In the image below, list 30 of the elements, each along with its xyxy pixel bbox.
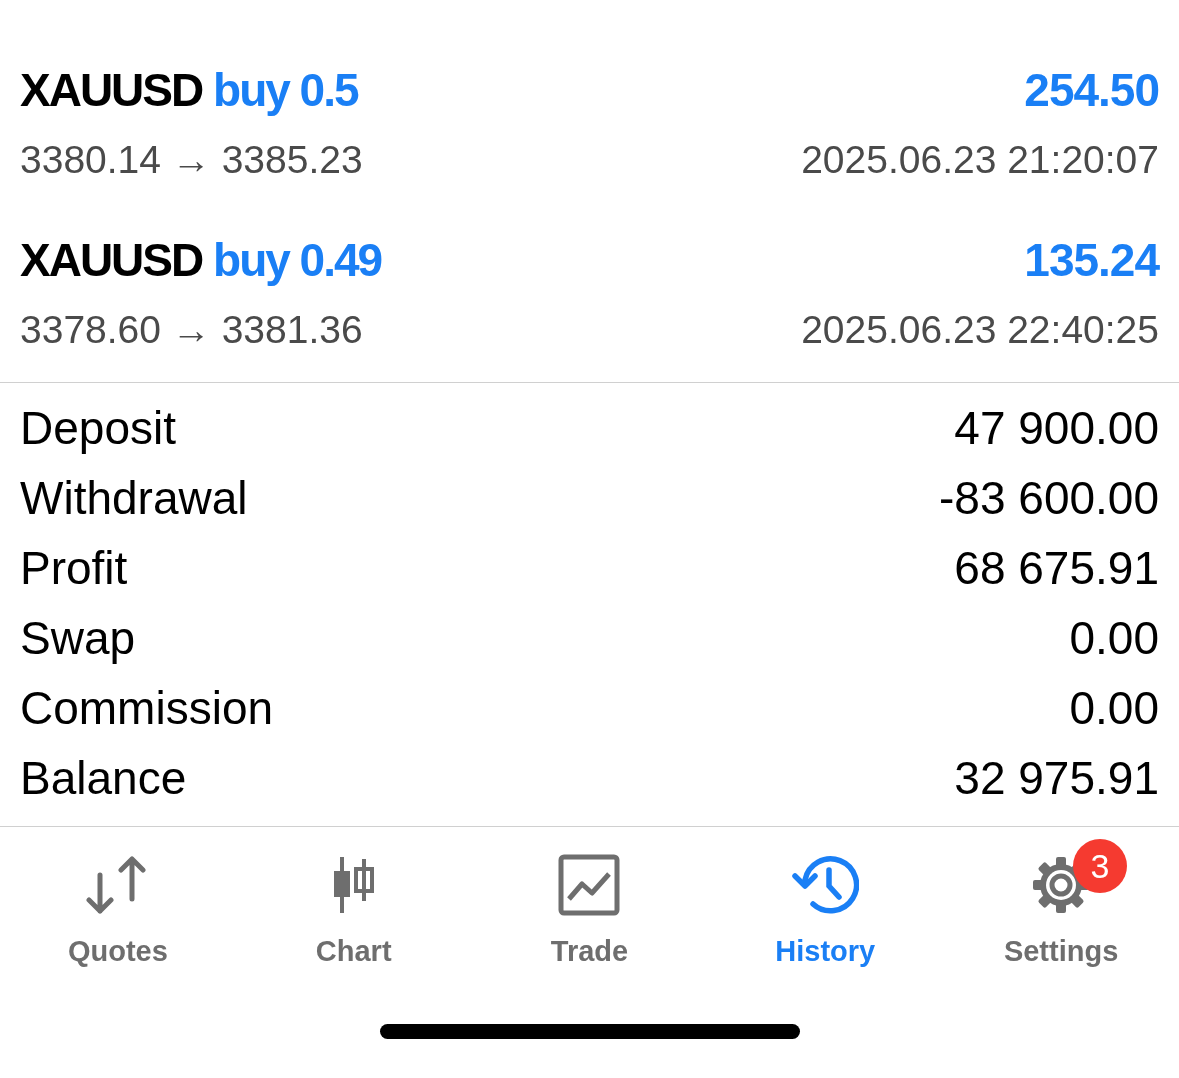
deal-profit: 254.50 [1024, 63, 1159, 117]
deal-title: XAUUSD buy 0.49 [20, 233, 382, 287]
summary-label: Swap [20, 611, 136, 665]
deal-time: 2025.06.23 22:40:25 [801, 308, 1159, 352]
chart-icon [558, 854, 621, 916]
deal-title: XAUUSD buy 0.5 [20, 63, 358, 117]
summary-value: 32 975.91 [954, 751, 1159, 805]
summary-value: 0.00 [1069, 681, 1159, 735]
tab[interactable]: Chart [235, 827, 472, 968]
summary-value: 0.00 [1069, 611, 1159, 665]
notification-badge: 3 [1073, 839, 1128, 893]
tab[interactable]: History [707, 827, 944, 968]
deal-prices: 3380.14 → 3385.23 [20, 138, 363, 182]
home-indicator[interactable] [379, 1024, 800, 1039]
candlestick-icon [331, 857, 376, 913]
tab[interactable]: 3 Settings [943, 827, 1179, 968]
summary-value: -83 600.00 [939, 471, 1159, 525]
deal-time: 2025.06.23 21:20:07 [801, 138, 1159, 182]
summary-label: Commission [20, 681, 274, 735]
tab[interactable]: Trade [471, 827, 708, 968]
summary-value: 47 900.00 [954, 401, 1159, 455]
summary-value: 68 675.91 [954, 541, 1159, 595]
summary-label: Balance [20, 751, 187, 805]
summary-label: Deposit [20, 401, 176, 455]
tab[interactable]: Quotes [0, 827, 236, 968]
summary-label: Withdrawal [20, 471, 248, 525]
summary-label: Profit [20, 541, 128, 595]
deal-prices: 3378.60 → 3381.36 [20, 308, 363, 352]
history-icon [791, 854, 860, 916]
deal-profit: 135.24 [1024, 233, 1159, 287]
